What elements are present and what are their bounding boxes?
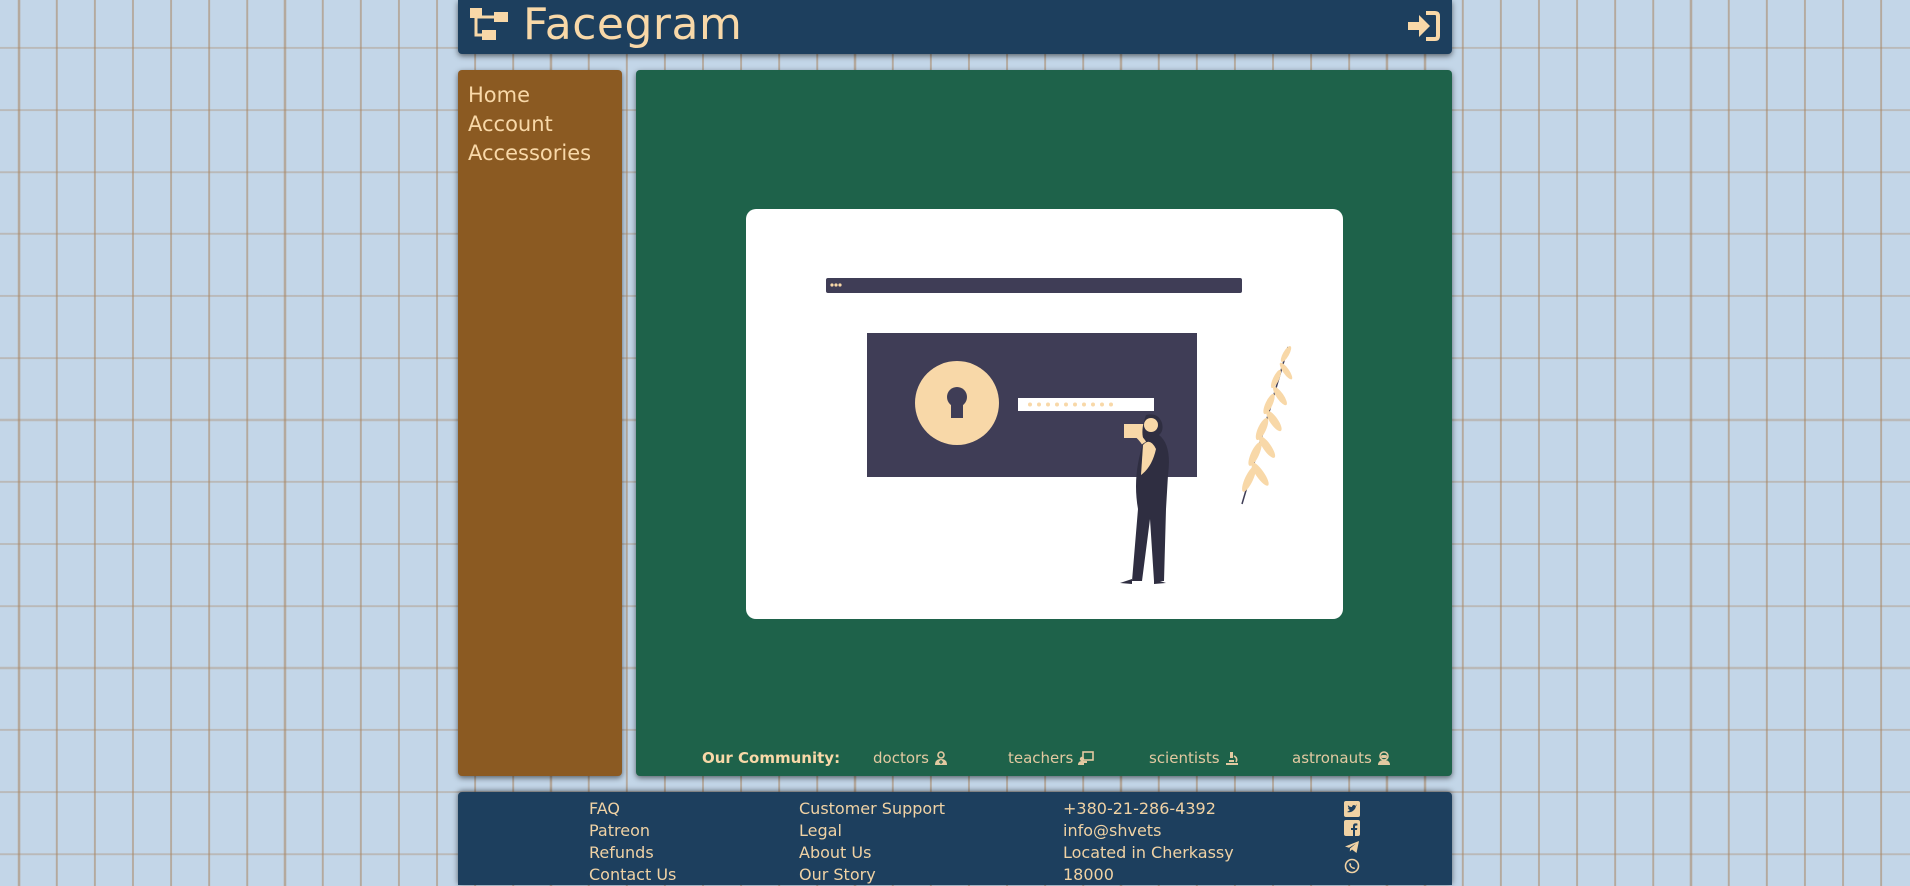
footer-link-contact-us[interactable]: Contact Us (589, 864, 676, 886)
community-link-label: astronauts (1292, 749, 1372, 767)
twitter-icon[interactable] (1344, 801, 1360, 817)
community-label: Our Community: (702, 749, 841, 767)
footer-postcode: 18000 (1063, 865, 1114, 884)
footer-link-about-us[interactable]: About Us (799, 842, 945, 864)
footer-col-contact: +380-21-286-4392 info@shvets Located in … (1063, 798, 1234, 886)
footer-link-faq[interactable]: FAQ (589, 798, 676, 820)
user-astronaut-icon (1377, 751, 1390, 765)
footer-link-patreon[interactable]: Patreon (589, 820, 676, 842)
community-link-doctors[interactable]: doctors (873, 749, 948, 767)
user-doctor-icon (935, 751, 947, 765)
top-header: Facegram (458, 0, 1452, 54)
footer-link-customer-support[interactable]: Customer Support (799, 798, 945, 820)
community-link-label: doctors (873, 749, 929, 767)
community-link-scientists[interactable]: scientists (1149, 749, 1239, 767)
community-link-teachers[interactable]: teachers (1008, 749, 1095, 767)
main-content: Our Community: doctors teachers scientis… (636, 70, 1452, 776)
chalkboard-teacher-icon (1078, 751, 1095, 765)
footer-col-links: FAQ Patreon Refunds Contact Us (589, 798, 676, 886)
footer-social-links (1344, 798, 1360, 877)
community-link-label: scientists (1149, 749, 1220, 767)
footer-email: info@shvets (1063, 821, 1162, 840)
sidebar-nav: Home Account Accessories (458, 70, 622, 168)
microscope-icon (1225, 752, 1238, 765)
telegram-icon[interactable] (1344, 839, 1360, 855)
brand-title[interactable]: Facegram (523, 0, 742, 52)
sidebar-item-home[interactable]: Home (468, 81, 622, 110)
hero-illustration-card (746, 209, 1343, 619)
sidebar-item-accessories[interactable]: Accessories (468, 139, 622, 168)
sidebar: Home Account Accessories (458, 70, 622, 776)
community-link-label: teachers (1008, 749, 1074, 767)
footer-phone: +380-21-286-4392 (1063, 799, 1216, 818)
sitemap-icon (470, 8, 510, 42)
footer-link-our-story[interactable]: Our Story (799, 864, 945, 886)
facebook-icon[interactable] (1344, 820, 1360, 836)
whatsapp-icon[interactable] (1344, 858, 1360, 874)
footer-link-legal[interactable]: Legal (799, 820, 945, 842)
footer: FAQ Patreon Refunds Contact Us Customer … (458, 792, 1452, 885)
footer-link-refunds[interactable]: Refunds (589, 842, 676, 864)
footer-location: Located in Cherkassy (1063, 843, 1234, 862)
sign-in-icon[interactable] (1406, 10, 1440, 42)
footer-col-company: Customer Support Legal About Us Our Stor… (799, 798, 945, 886)
sidebar-item-account[interactable]: Account (468, 110, 622, 139)
community-link-astronauts[interactable]: astronauts (1292, 749, 1391, 767)
secure-login-illustration (826, 278, 1293, 584)
